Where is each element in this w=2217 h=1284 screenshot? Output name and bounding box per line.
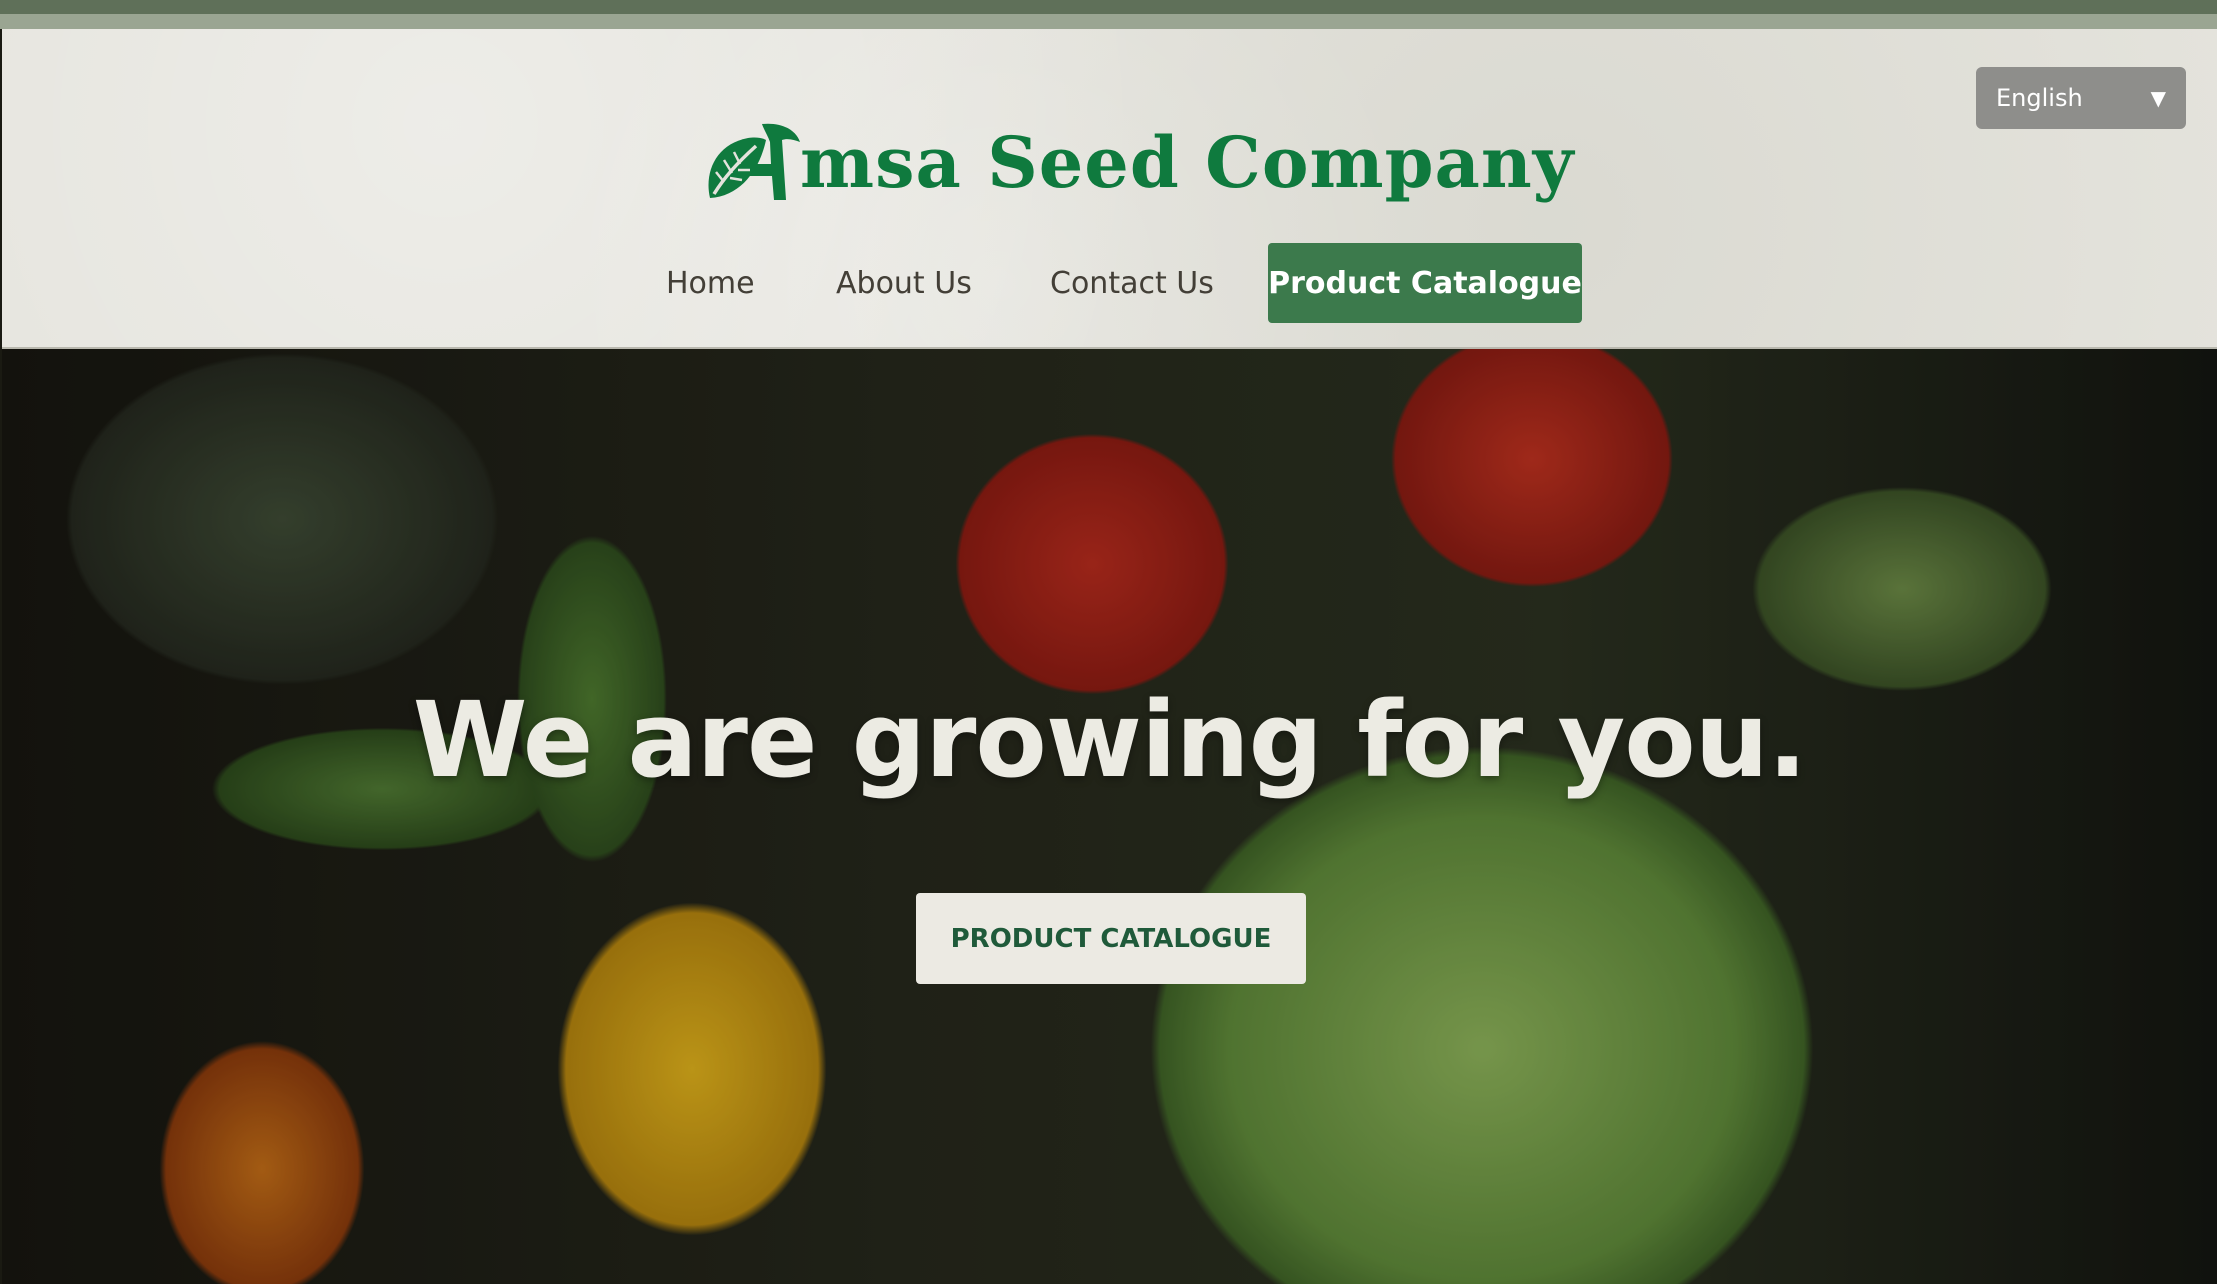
dropdown-arrow-icon: ▼ <box>2150 86 2166 110</box>
nav-item-product-catalogue[interactable]: Product Catalogue <box>1268 243 1582 323</box>
top-accent-bar <box>0 0 2217 29</box>
hero-title: We are growing for you. <box>412 679 1808 801</box>
hero-banner: We are growing for you. PRODUCT CATALOGU… <box>2 349 2217 1284</box>
nav-item-about-us[interactable]: About Us <box>836 243 972 323</box>
main-nav: Home About Us Contact Us Product Catalog… <box>2 243 2217 323</box>
site-header: English ▼ msa Seed Company Home About Us… <box>2 29 2217 349</box>
leaf-a-icon <box>708 123 800 200</box>
site-logo[interactable]: msa Seed Company <box>702 113 1574 213</box>
nav-item-home[interactable]: Home <box>666 243 755 323</box>
language-select[interactable]: English ▼ <box>1976 67 2186 129</box>
product-catalogue-button[interactable]: PRODUCT CATALOGUE <box>916 893 1306 984</box>
logo-text: msa Seed Company <box>800 121 1575 204</box>
nav-item-contact-us[interactable]: Contact Us <box>1050 243 1214 323</box>
language-select-value: English <box>1996 84 2083 112</box>
